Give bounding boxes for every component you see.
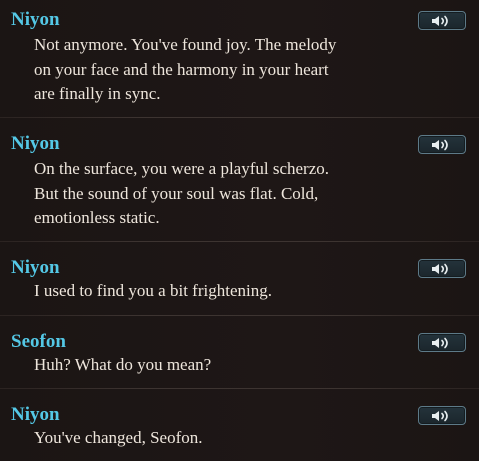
dialogue-line: On the surface, you were a playful scher… — [34, 159, 330, 178]
dialogue-line: emotionless static. — [34, 208, 160, 227]
voice-replay-button[interactable] — [418, 135, 466, 154]
speaker-name: Niyon — [11, 404, 60, 425]
dialogue-line: are finally in sync. — [34, 84, 161, 103]
dialogue-log: Niyon Not anymore. You've found joy. The… — [0, 0, 479, 461]
dialogue-line: But the sound of your soul was flat. Col… — [34, 183, 319, 203]
dialogue-line: Huh? What do you mean? — [34, 355, 212, 374]
entry-divider — [0, 117, 479, 118]
voice-replay-button[interactable] — [418, 333, 466, 352]
dialogue-line: You've changed, Seofon. — [34, 428, 203, 447]
voice-replay-button[interactable] — [418, 259, 466, 278]
speaker-name: Niyon — [11, 9, 60, 30]
voice-replay-button[interactable] — [418, 11, 466, 30]
speaker-icon — [432, 139, 448, 150]
entry-divider — [0, 241, 479, 242]
dialogue-line: on your face and the harmony in your hea… — [34, 59, 329, 79]
entry-divider — [0, 315, 479, 316]
entry-divider — [0, 388, 479, 389]
speaker-name: Seofon — [11, 331, 66, 352]
dialogue-line: I used to find you a bit frightening. — [34, 281, 272, 300]
speaker-icon — [432, 15, 448, 26]
speaker-name: Niyon — [11, 133, 60, 154]
dialogue-line: Not anymore. You've found joy. The melod… — [34, 35, 337, 54]
speaker-icon — [432, 337, 448, 348]
speaker-name: Niyon — [11, 257, 60, 278]
speaker-icon — [432, 410, 448, 421]
voice-replay-button[interactable] — [418, 406, 466, 425]
speaker-icon — [432, 263, 448, 274]
